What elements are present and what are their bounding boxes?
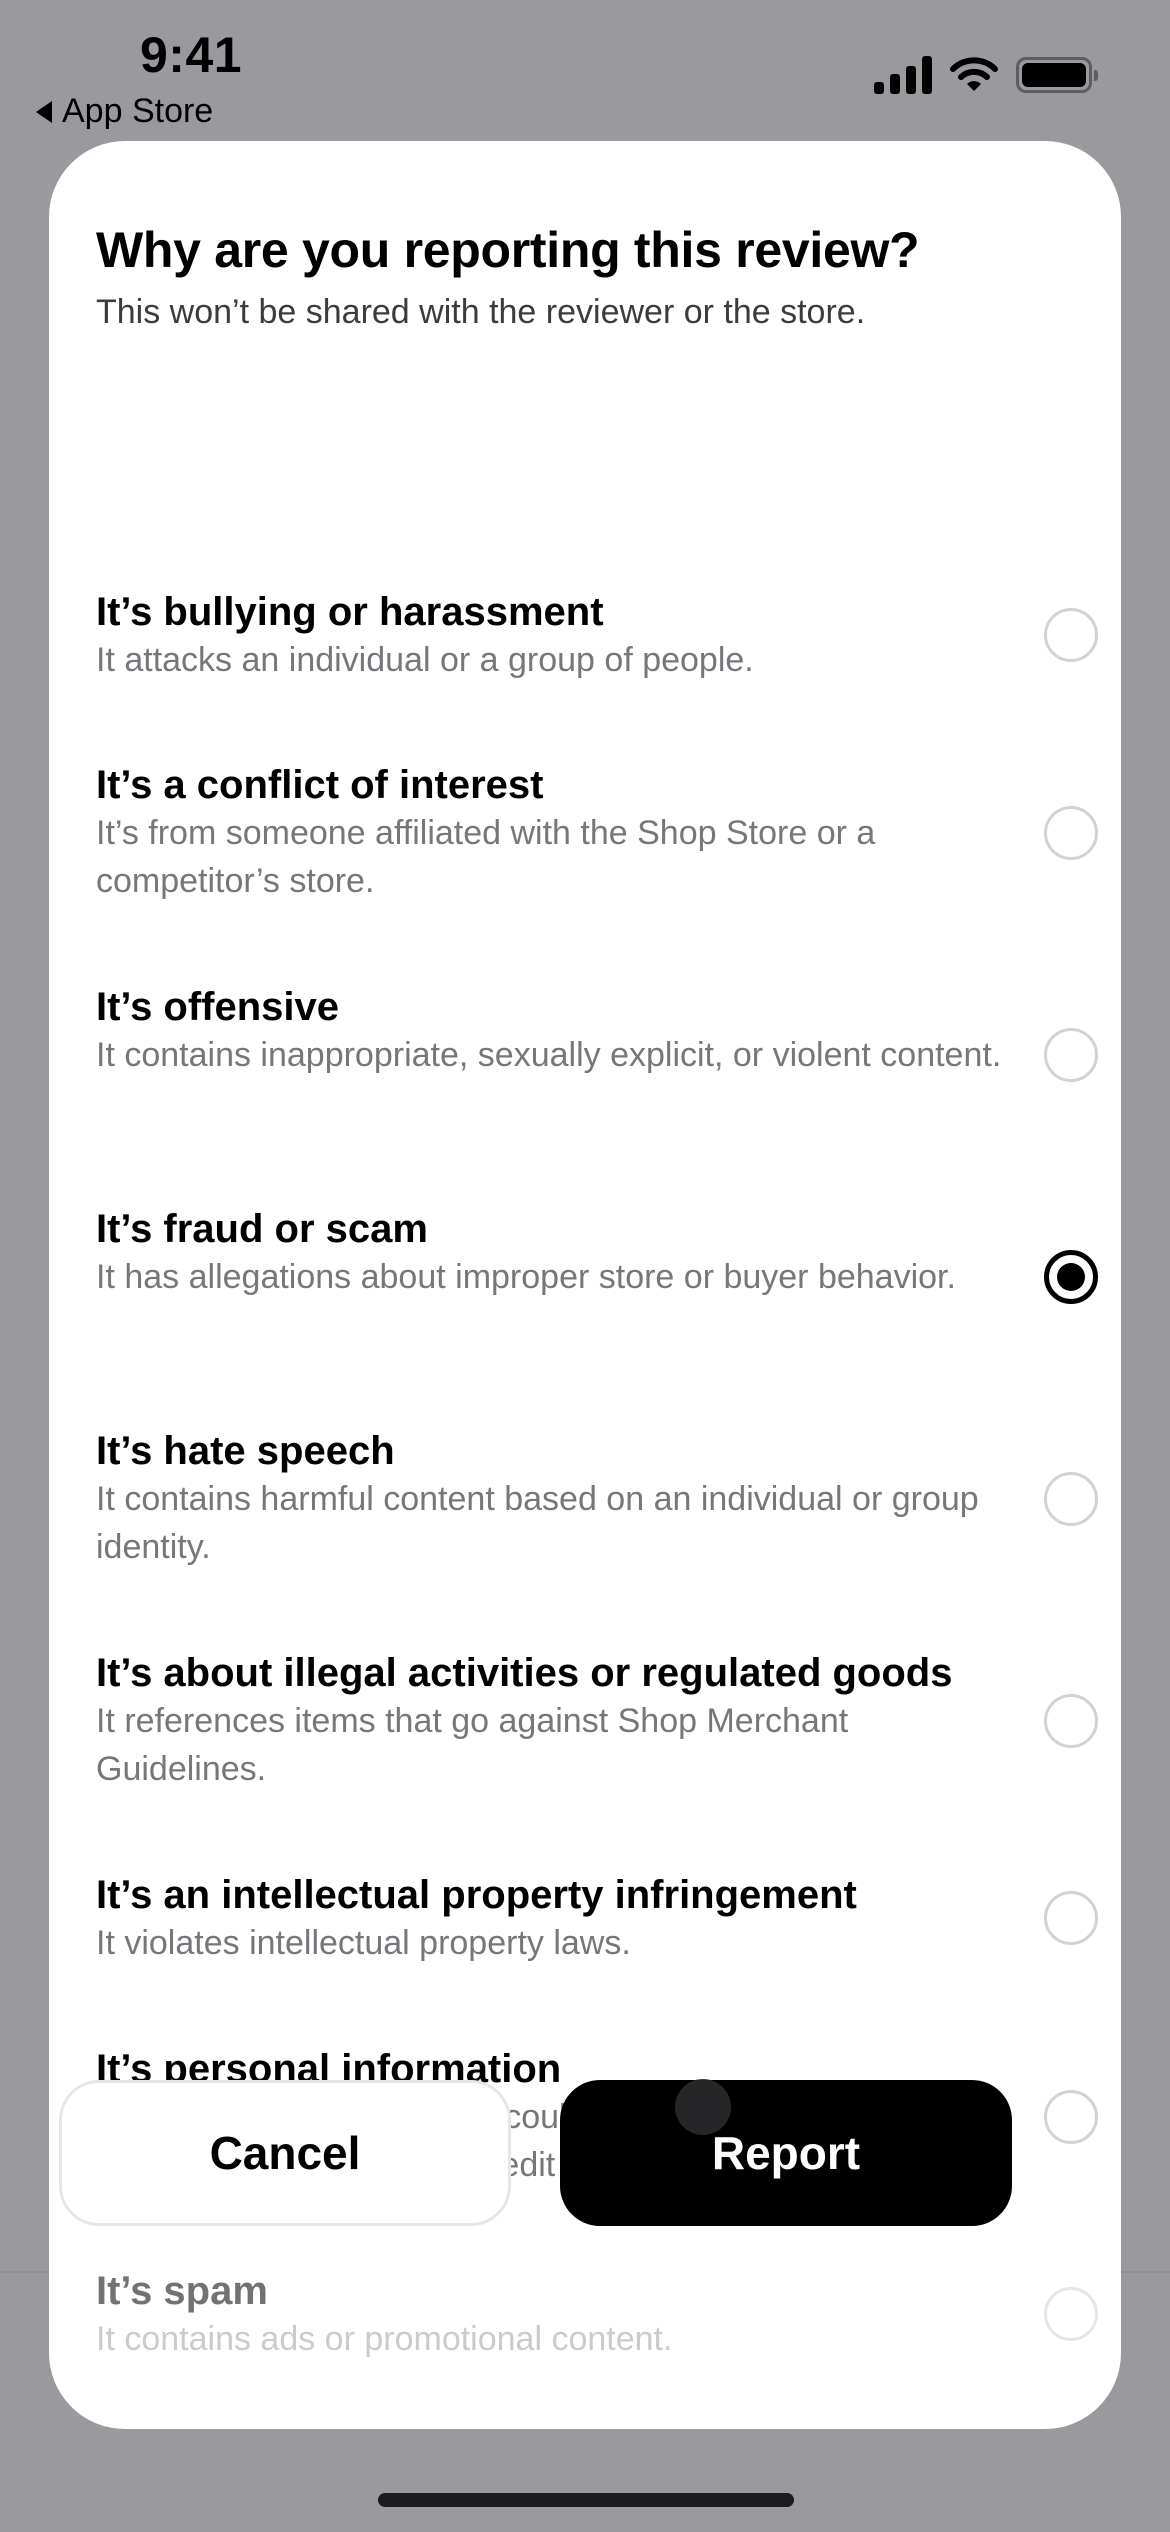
battery-icon (1016, 57, 1098, 93)
option-description: It contains inappropriate, sexually expl… (96, 1036, 1002, 1074)
reason-option-offensive[interactable]: It’s offensive It contains inappropriate… (96, 981, 1098, 1082)
option-description: It attacks an individual or a group of p… (96, 641, 754, 679)
radio-button[interactable] (1044, 1028, 1098, 1082)
status-time: 9:41 (140, 27, 243, 83)
radio-selected-dot (1057, 1263, 1085, 1291)
option-title: It’s fraud or scam (96, 1207, 428, 1251)
option-description: It references items that go against Shop… (96, 1702, 849, 1788)
back-triangle-icon (36, 100, 52, 123)
radio-button[interactable] (1044, 1472, 1098, 1526)
option-title: It’s spam (96, 2269, 268, 2313)
back-app-label: App Store (62, 92, 214, 130)
reason-option-conflict-of-interest[interactable]: It’s a conflict of interest It’s from so… (96, 759, 1098, 905)
radio-button-selected[interactable] (1044, 1250, 1098, 1304)
reason-option-illegal-activities[interactable]: It’s about illegal activities or regulat… (96, 1647, 1098, 1793)
radio-button[interactable] (1044, 2287, 1098, 2341)
option-title: It’s a conflict of interest (96, 763, 544, 807)
reason-option-fraud-or-scam[interactable]: It’s fraud or scam It has allegations ab… (96, 1203, 1098, 1304)
touch-indicator (675, 2079, 731, 2135)
sheet-subtitle: This won’t be shared with the reviewer o… (96, 293, 866, 331)
option-description: It has allegations about improper store … (96, 1258, 956, 1296)
reason-option-spam[interactable]: It’s spam It contains ads or promotional… (96, 2265, 1098, 2363)
option-description: It contains harmful content based on an … (96, 1480, 979, 1566)
cellular-signal-icon (874, 56, 932, 94)
option-title: It’s bullying or harassment (96, 590, 604, 634)
radio-button[interactable] (1044, 806, 1098, 860)
radio-button[interactable] (1044, 1891, 1098, 1945)
option-title: It’s hate speech (96, 1429, 395, 1473)
status-icons (874, 56, 1098, 94)
option-title: It’s offensive (96, 985, 340, 1029)
option-title: It’s an intellectual property infringeme… (96, 1873, 857, 1917)
reason-option-bullying[interactable]: It’s bullying or harassment It attacks a… (96, 586, 1098, 684)
radio-button[interactable] (1044, 608, 1098, 662)
status-bar: 9:41 App Store (0, 0, 1170, 140)
wifi-icon (950, 57, 998, 91)
option-title: It’s about illegal activities or regulat… (96, 1651, 953, 1695)
option-description: It violates intellectual property laws. (96, 1924, 631, 1962)
radio-button[interactable] (1044, 1694, 1098, 1748)
home-indicator[interactable] (378, 2493, 794, 2507)
sheet-title: Why are you reporting this review? (96, 222, 920, 278)
radio-button[interactable] (1044, 2090, 1098, 2144)
option-description: It contains ads or promotional content. (96, 2320, 673, 2358)
reason-option-hate-speech[interactable]: It’s hate speech It contains harmful con… (96, 1425, 1098, 1571)
option-description: It’s from someone affiliated with the Sh… (96, 814, 876, 900)
cancel-button[interactable]: Cancel (59, 2080, 511, 2226)
reason-option-intellectual-property[interactable]: It’s an intellectual property infringeme… (96, 1869, 1098, 1967)
report-button[interactable]: Report (560, 2080, 1012, 2226)
back-to-app-store-link[interactable]: App Store (36, 92, 213, 131)
